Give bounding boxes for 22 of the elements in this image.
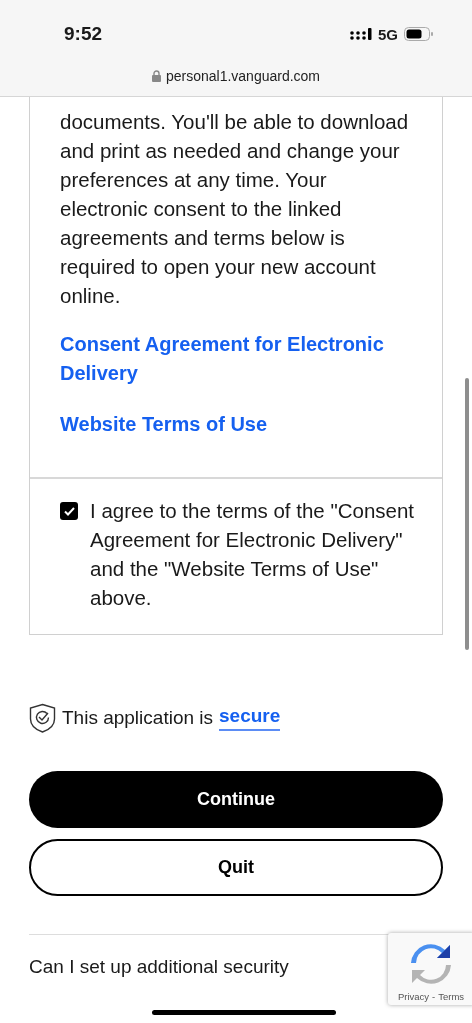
agreement-link[interactable]: Consent Agreement for Electronic Delivery bbox=[60, 330, 412, 388]
security-note: This application is bbox=[62, 707, 214, 729]
check-icon bbox=[63, 506, 75, 516]
quit-button[interactable]: Quit bbox=[29, 839, 443, 896]
clock-time: 9:52 bbox=[64, 23, 104, 45]
network-label: 5G bbox=[378, 25, 398, 43]
url-text[interactable]: personal1.vanguard.com bbox=[165, 68, 321, 84]
terms-link[interactable]: Terms bbox=[438, 991, 465, 1002]
agreement-checkbox[interactable] bbox=[60, 502, 78, 520]
separator-text: - bbox=[432, 991, 436, 1002]
continue-button[interactable]: Continue bbox=[29, 771, 443, 828]
shield-check-icon bbox=[29, 703, 56, 733]
agreement-link[interactable]: Website Terms of Use bbox=[60, 410, 412, 439]
faq-question[interactable]: Can I set up additional security bbox=[29, 956, 289, 977]
privacy-link[interactable]: Privacy bbox=[397, 991, 430, 1002]
recaptcha-logo-icon bbox=[408, 941, 454, 987]
agreement-label[interactable]: I agree to the terms of the "Consent Agreement for Electronic Delivery" and the "Website Terms of Use" above. bbox=[90, 496, 422, 612]
lock-icon bbox=[151, 70, 161, 82]
battery-icon bbox=[404, 27, 434, 41]
signal-icon bbox=[350, 27, 372, 41]
secure-link[interactable]: secure bbox=[219, 705, 281, 731]
body-paragraph: documents. You'll be able to download and print as needed and change your preferences at any time. Your electronic consent to the linked agreements and terms below is required to open your new account online. bbox=[60, 109, 410, 309]
